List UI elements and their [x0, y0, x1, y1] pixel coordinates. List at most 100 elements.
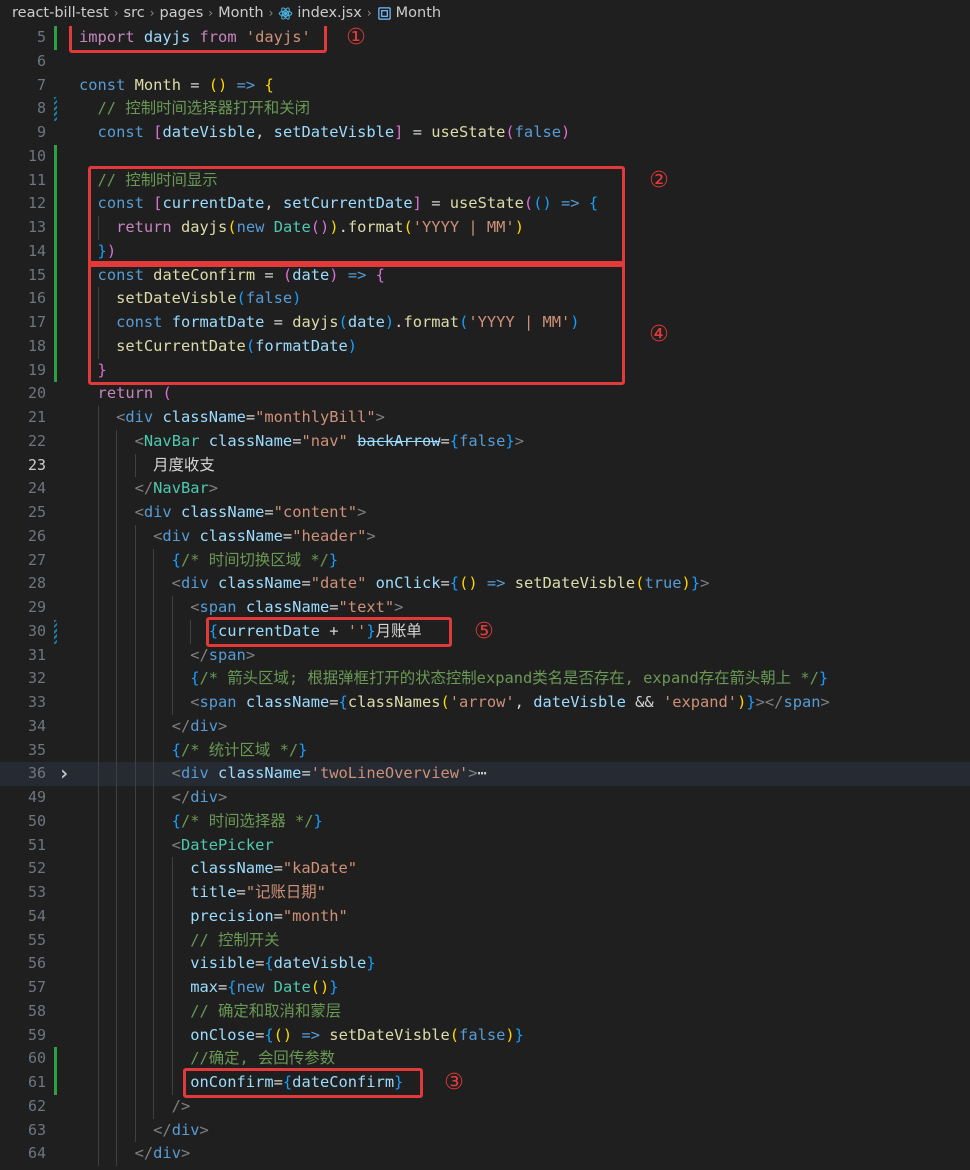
line-number: 35 — [27, 740, 46, 759]
gutter-added-indicator[interactable] — [54, 168, 57, 193]
code-token: ( — [440, 693, 450, 711]
code-line[interactable]: 24 </NavBar> — [0, 477, 970, 501]
code-token: ) — [505, 1025, 515, 1044]
code-token: = — [329, 598, 339, 616]
code-token: setDateVisble — [273, 123, 395, 141]
gutter-modified-indicator[interactable] — [54, 619, 57, 644]
gutter-added-indicator[interactable] — [54, 334, 57, 359]
code-line[interactable]: 33 <span className={classNames('arrow', … — [0, 691, 970, 715]
gutter-added-indicator[interactable] — [54, 1047, 57, 1071]
gutter-added-indicator[interactable] — [54, 287, 57, 311]
code-token: Month — [134, 75, 181, 94]
code-line[interactable]: 7 const Month = () => { — [0, 74, 970, 98]
code-line[interactable]: 63 </div> — [0, 1118, 970, 1143]
code-line[interactable]: 31 </span> — [0, 643, 970, 668]
gutter-added-indicator[interactable] — [54, 1071, 57, 1095]
code-line[interactable]: 50 {/* 时间选择器 */} — [0, 809, 970, 834]
code-token: } — [366, 954, 376, 973]
code-line[interactable]: 25 <div className="content"> — [0, 501, 970, 525]
code-line[interactable]: 6 — [0, 50, 970, 74]
code-token: < — [134, 431, 144, 450]
code-line[interactable]: 60 //确定, 会回传参数 — [0, 1047, 970, 1071]
annotation-box — [88, 260, 625, 386]
code-line[interactable]: 58 // 确定和取消和蒙层 — [0, 999, 970, 1024]
code-token: </ — [134, 1144, 154, 1163]
gutter-added-indicator[interactable] — [54, 144, 57, 169]
gutter-added-indicator[interactable] — [54, 263, 57, 288]
annotation-box — [206, 616, 452, 647]
code-line[interactable]: 10 — [0, 144, 970, 169]
breadcrumb-item-month-folder[interactable]: Month — [218, 5, 263, 21]
code-line[interactable]: 53 title="记账日期" — [0, 881, 970, 905]
code-line[interactable]: 56 visible={dateVisble} — [0, 952, 970, 976]
code-token: { — [171, 811, 181, 830]
code-line[interactable]: 29 <span className="text"> — [0, 596, 970, 620]
code-token: ( — [505, 123, 515, 141]
breadcrumb-item-pages[interactable]: pages — [160, 5, 204, 21]
code-token: } — [329, 978, 339, 996]
code-line[interactable]: 34 </div> — [0, 714, 970, 739]
gutter-modified-indicator[interactable] — [54, 97, 57, 121]
gutter-added-indicator[interactable] — [54, 216, 57, 240]
gutter-added-indicator[interactable] — [54, 192, 57, 216]
code-line[interactable]: 22 <NavBar className="nav" backArrow={fa… — [0, 429, 970, 454]
code-text: {/* 时间切换区域 */} — [79, 549, 339, 573]
code-line[interactable]: 55 // 控制开关 — [0, 928, 970, 953]
code-line[interactable]: 23 月度收支 — [0, 453, 970, 478]
code-token: { — [171, 550, 181, 569]
code-text: </div> — [79, 786, 228, 810]
code-line[interactable]: 49 </div> — [0, 786, 970, 810]
code-text: </div> — [79, 1142, 191, 1166]
gutter-added-indicator[interactable] — [54, 26, 57, 50]
breadcrumb-item-symbol[interactable]: Month — [396, 5, 441, 21]
code-line[interactable]: 59 onClose={() => setDateVisble(false)} — [0, 1023, 970, 1048]
code-text: <div className='twoLineOverview'>⋯ — [79, 762, 487, 786]
code-line[interactable]: 35 {/* 统计区域 */} — [0, 738, 970, 763]
code-token: div — [180, 574, 209, 593]
line-number: 30 — [27, 621, 46, 640]
code-line[interactable]: 26 <div className="header"> — [0, 524, 970, 549]
fold-chevron-icon[interactable]: › — [58, 761, 70, 786]
code-line[interactable]: 8 // 控制时间选择器打开和关闭 — [0, 97, 970, 121]
code-token: // 控制开关 — [79, 930, 280, 949]
code-line[interactable]: 32 {/* 箭头区域; 根据弹框打开的状态控制expand类名是否存在, ex… — [0, 667, 970, 691]
code-line[interactable]: 27 {/* 时间切换区域 */} — [0, 548, 970, 573]
breadcrumb-item-file[interactable]: index.jsx — [297, 5, 361, 21]
code-line[interactable]: 21 <div className="monthlyBill"> — [0, 406, 970, 430]
code-token: { — [449, 574, 460, 593]
react-icon — [278, 6, 293, 21]
code-editor[interactable]: 5 import dayjs from 'dayjs' 6 7 const Month … — [0, 26, 970, 1170]
code-line[interactable]: 20 return ( — [0, 382, 970, 406]
gutter-added-indicator[interactable] — [54, 239, 57, 264]
code-line[interactable]: 57 max={new Date()} — [0, 976, 970, 1000]
code-token: { — [449, 431, 460, 450]
code-line[interactable]: 62 /> — [0, 1094, 970, 1119]
gutter-added-indicator[interactable] — [54, 311, 57, 335]
line-number: 60 — [27, 1049, 46, 1068]
code-token: className — [218, 574, 302, 593]
code-line[interactable]: 51 <DatePicker — [0, 833, 970, 858]
breadcrumb-item-src[interactable]: src — [124, 5, 145, 21]
code-token: false — [459, 431, 506, 450]
code-line[interactable]: 36 › <div className='twoLineOverview'>⋯ — [0, 761, 970, 786]
code-token: ) — [737, 693, 747, 711]
code-line[interactable]: 54 precision="month" — [0, 904, 970, 929]
code-line[interactable]: 28 <div className="date" onClick={() => … — [0, 572, 970, 596]
breadcrumb-item-project[interactable]: react-bill-test — [12, 5, 109, 21]
code-token: "text" — [338, 598, 395, 616]
code-line[interactable]: 64 </div> — [0, 1142, 970, 1166]
code-line[interactable]: 52 className="kaDate" — [0, 857, 970, 881]
code-line[interactable]: 9 const [dateVisble, setDateVisble] = us… — [0, 121, 970, 145]
gutter-added-indicator[interactable] — [54, 358, 57, 383]
code-line[interactable]: 61 onConfirm={dateConfirm} — [0, 1071, 970, 1095]
